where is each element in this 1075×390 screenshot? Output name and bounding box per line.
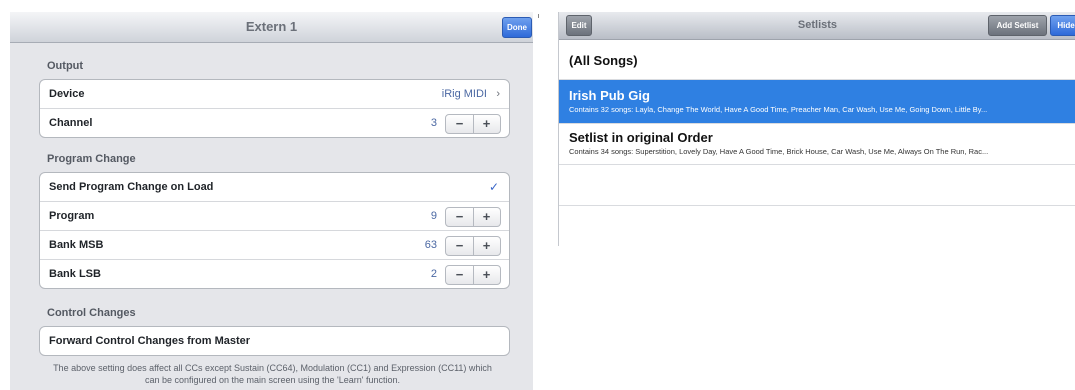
- bank-msb-label: Bank MSB: [49, 239, 104, 251]
- bank-lsb-stepper: − +: [445, 265, 501, 285]
- setlist-row-empty: [559, 206, 1075, 246]
- device-row[interactable]: Device iRig MIDI ›: [40, 80, 509, 109]
- setlist-subtitle: Contains 34 songs: Superstition, Lovely …: [569, 147, 989, 156]
- done-button[interactable]: Done: [502, 17, 532, 38]
- setlist-subtitle: Contains 32 songs: Layla, Change The Wor…: [569, 105, 988, 114]
- channel-stepper: − +: [445, 114, 501, 134]
- control-changes-group: Forward Control Changes from Master: [39, 326, 510, 356]
- minus-icon[interactable]: −: [446, 266, 474, 284]
- device-label: Device: [49, 88, 85, 100]
- plus-icon[interactable]: +: [473, 266, 500, 284]
- bank-msb-stepper: − +: [445, 236, 501, 256]
- section-header-control-changes: Control Changes: [47, 307, 136, 319]
- setlist-row-empty: [559, 165, 1075, 206]
- output-group: Device iRig MIDI › Channel 3 − +: [39, 79, 510, 138]
- settings-footnote: The above setting does affect all CCs ex…: [53, 363, 492, 385]
- setlist-row-irish-pub-gig[interactable]: Irish Pub Gig Contains 32 songs: Layla, …: [559, 80, 1075, 124]
- program-change-group: Send Program Change on Load ✓ Program 9 …: [39, 172, 510, 289]
- plus-icon[interactable]: +: [473, 115, 500, 133]
- bank-lsb-label: Bank LSB: [49, 268, 101, 280]
- setlist-row-all-songs[interactable]: (All Songs): [559, 40, 1075, 80]
- program-value: 9: [430, 210, 437, 222]
- panel-divider: [538, 14, 539, 18]
- add-setlist-button[interactable]: Add Setlist: [988, 15, 1047, 36]
- setlist-title: (All Songs): [569, 53, 638, 68]
- channel-value: 3: [430, 117, 437, 129]
- minus-icon[interactable]: −: [446, 208, 474, 226]
- send-program-change-label: Send Program Change on Load: [49, 181, 214, 193]
- setlist-title: Irish Pub Gig: [569, 88, 650, 103]
- section-header-program-change: Program Change: [47, 153, 136, 165]
- setlist-row-original-order[interactable]: Setlist in original Order Contains 34 so…: [559, 124, 1075, 165]
- bank-lsb-row: Bank LSB 2 − +: [40, 260, 509, 288]
- midi-settings-panel: Extern 1 Done Output Device iRig MIDI › …: [10, 12, 533, 390]
- program-row: Program 9 − +: [40, 202, 509, 231]
- settings-navbar: Extern 1 Done: [10, 12, 533, 43]
- minus-icon[interactable]: −: [446, 115, 474, 133]
- checkmark-icon: ✓: [488, 180, 499, 194]
- setlists-panel: Edit Setlists Add Setlist Hide (All Song…: [558, 12, 1075, 246]
- bank-msb-row: Bank MSB 63 − +: [40, 231, 509, 260]
- chevron-right-icon: ›: [496, 88, 500, 100]
- plus-icon[interactable]: +: [473, 208, 500, 226]
- send-program-change-row[interactable]: Send Program Change on Load ✓: [40, 173, 509, 202]
- settings-title: Extern 1: [245, 19, 298, 34]
- channel-label: Channel: [49, 117, 93, 129]
- device-value: iRig MIDI: [441, 88, 487, 100]
- minus-icon[interactable]: −: [446, 237, 474, 255]
- plus-icon[interactable]: +: [473, 237, 500, 255]
- bank-lsb-value: 2: [430, 268, 437, 280]
- setlists-navbar: Edit Setlists Add Setlist Hide: [559, 12, 1075, 40]
- program-label: Program: [49, 210, 95, 222]
- hide-button[interactable]: Hide: [1050, 15, 1075, 36]
- section-header-output: Output: [47, 60, 84, 72]
- channel-row: Channel 3 − +: [40, 109, 509, 137]
- bank-msb-value: 63: [424, 239, 437, 251]
- setlist-title: Setlist in original Order: [569, 130, 713, 145]
- program-stepper: − +: [445, 207, 501, 227]
- forward-control-changes-label: Forward Control Changes from Master: [49, 335, 251, 347]
- forward-control-changes-row[interactable]: Forward Control Changes from Master: [40, 327, 509, 355]
